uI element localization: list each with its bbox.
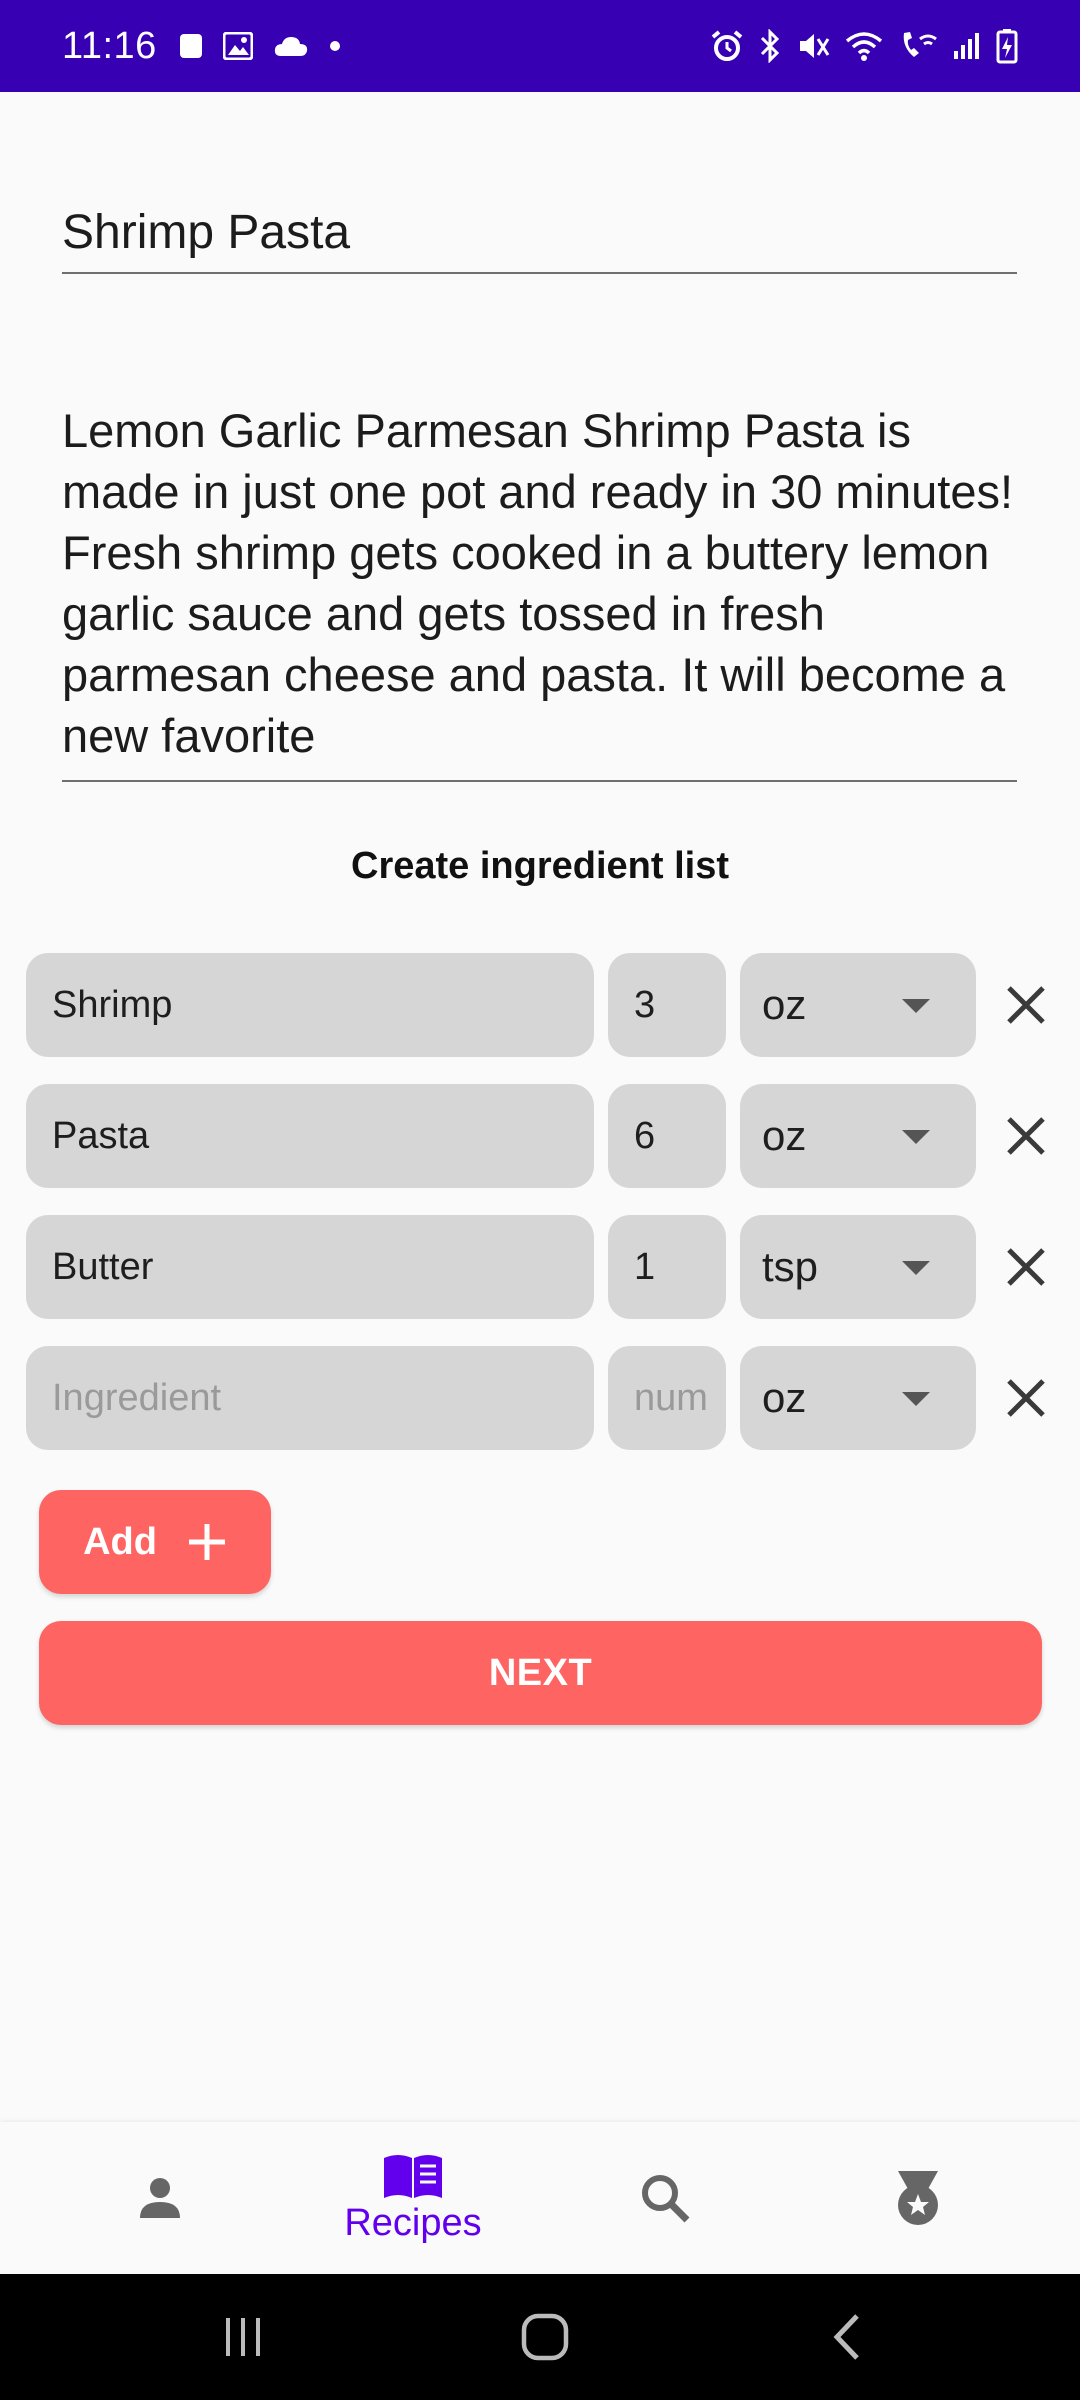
add-button-label: Add bbox=[83, 1520, 157, 1563]
status-left-icons bbox=[179, 32, 341, 60]
ingredient-name-input[interactable]: Butter bbox=[26, 1215, 594, 1319]
dropdown-arrow-icon bbox=[902, 999, 930, 1013]
unit-dropdown-value: oz bbox=[762, 1374, 807, 1421]
dropdown-arrow-icon bbox=[902, 1130, 930, 1144]
remove-ingredient-button[interactable] bbox=[994, 1366, 1058, 1430]
ingredient-amount-input[interactable]: num bbox=[608, 1346, 726, 1450]
ingredient-name-input[interactable]: Ingredient bbox=[26, 1346, 594, 1450]
bluetooth-icon bbox=[758, 29, 782, 63]
close-icon bbox=[1007, 1117, 1045, 1155]
remove-ingredient-button[interactable] bbox=[994, 973, 1058, 1037]
recent-apps-icon bbox=[226, 2318, 260, 2356]
recipe-title-text: Shrimp Pasta bbox=[62, 206, 351, 259]
unit-dropdown[interactable]: oz bbox=[740, 1346, 976, 1450]
close-icon bbox=[1007, 1379, 1045, 1417]
image-icon bbox=[222, 32, 253, 60]
back-button[interactable] bbox=[812, 2304, 882, 2370]
cloud-icon bbox=[273, 34, 309, 58]
nav-achievements[interactable] bbox=[818, 2122, 1018, 2274]
nav-recipes-label: Recipes bbox=[344, 2201, 482, 2244]
nav-search[interactable] bbox=[565, 2122, 765, 2274]
remove-ingredient-button[interactable] bbox=[994, 1104, 1058, 1168]
back-icon bbox=[833, 2314, 859, 2360]
unit-dropdown-value: oz bbox=[762, 1112, 807, 1159]
stop-icon bbox=[179, 33, 203, 59]
unit-dropdown[interactable]: tsp bbox=[740, 1215, 976, 1319]
signal-icon bbox=[952, 31, 982, 61]
remove-ingredient-button[interactable] bbox=[994, 1235, 1058, 1299]
wifi-icon bbox=[844, 30, 884, 62]
ingredient-row-new: Ingredient num oz bbox=[26, 1346, 1066, 1450]
dropdown-arrow-icon bbox=[902, 1261, 930, 1275]
battery-charging-icon bbox=[996, 28, 1018, 64]
dropdown-arrow-icon bbox=[902, 1392, 930, 1406]
ingredient-name-input[interactable]: Pasta bbox=[26, 1084, 594, 1188]
recent-apps-button[interactable] bbox=[208, 2304, 278, 2370]
ingredient-amount-input[interactable]: 3 bbox=[608, 953, 726, 1057]
dot-icon bbox=[329, 40, 341, 52]
ingredient-amount-input[interactable]: 1 bbox=[608, 1215, 726, 1319]
status-bar: 11:16 bbox=[0, 0, 1080, 92]
system-navigation-bar bbox=[0, 2274, 1080, 2400]
medal-icon bbox=[898, 2171, 938, 2225]
search-icon bbox=[642, 2175, 690, 2223]
alarm-icon bbox=[710, 29, 744, 63]
unit-dropdown[interactable]: oz bbox=[740, 1084, 976, 1188]
book-icon bbox=[384, 2154, 442, 2198]
next-button-label: NEXT bbox=[488, 1651, 593, 1694]
home-button[interactable] bbox=[510, 2304, 580, 2370]
nav-profile[interactable] bbox=[60, 2122, 260, 2274]
plus-icon bbox=[188, 1524, 225, 1560]
mute-icon bbox=[796, 29, 830, 63]
unit-dropdown-value: tsp bbox=[762, 1243, 819, 1290]
ingredient-row: Pasta 6 oz bbox=[26, 1084, 1066, 1188]
close-icon bbox=[1007, 986, 1045, 1024]
nav-recipes[interactable]: Recipes bbox=[313, 2122, 513, 2274]
recipe-title-field[interactable]: Shrimp Pasta bbox=[62, 198, 1017, 274]
ingredient-row: Shrimp 3 oz bbox=[26, 953, 1066, 1057]
wifi-call-icon bbox=[898, 29, 938, 63]
ingredient-row: Butter 1 tsp bbox=[26, 1215, 1066, 1319]
ingredient-section-title: Create ingredient list bbox=[351, 845, 729, 887]
recipe-description-text: Lemon Garlic Parmesan Shrimp Pasta is ma… bbox=[62, 404, 1014, 762]
close-icon bbox=[1007, 1248, 1045, 1286]
ingredient-amount-input[interactable]: 6 bbox=[608, 1084, 726, 1188]
status-time: 11:16 bbox=[62, 24, 157, 67]
home-icon bbox=[521, 2313, 569, 2361]
unit-dropdown[interactable]: oz bbox=[740, 953, 976, 1057]
unit-dropdown-value: oz bbox=[762, 981, 807, 1028]
recipe-description-field[interactable]: Lemon Garlic Parmesan Shrimp Pasta is ma… bbox=[62, 400, 1017, 782]
add-ingredient-button[interactable]: Add bbox=[39, 1490, 271, 1594]
bottom-navigation: Recipes bbox=[0, 2122, 1080, 2274]
person-icon bbox=[140, 2178, 180, 2218]
status-right-icons bbox=[710, 28, 1018, 64]
ingredient-name-input[interactable]: Shrimp bbox=[26, 953, 594, 1057]
next-button[interactable]: NEXT bbox=[39, 1621, 1042, 1725]
